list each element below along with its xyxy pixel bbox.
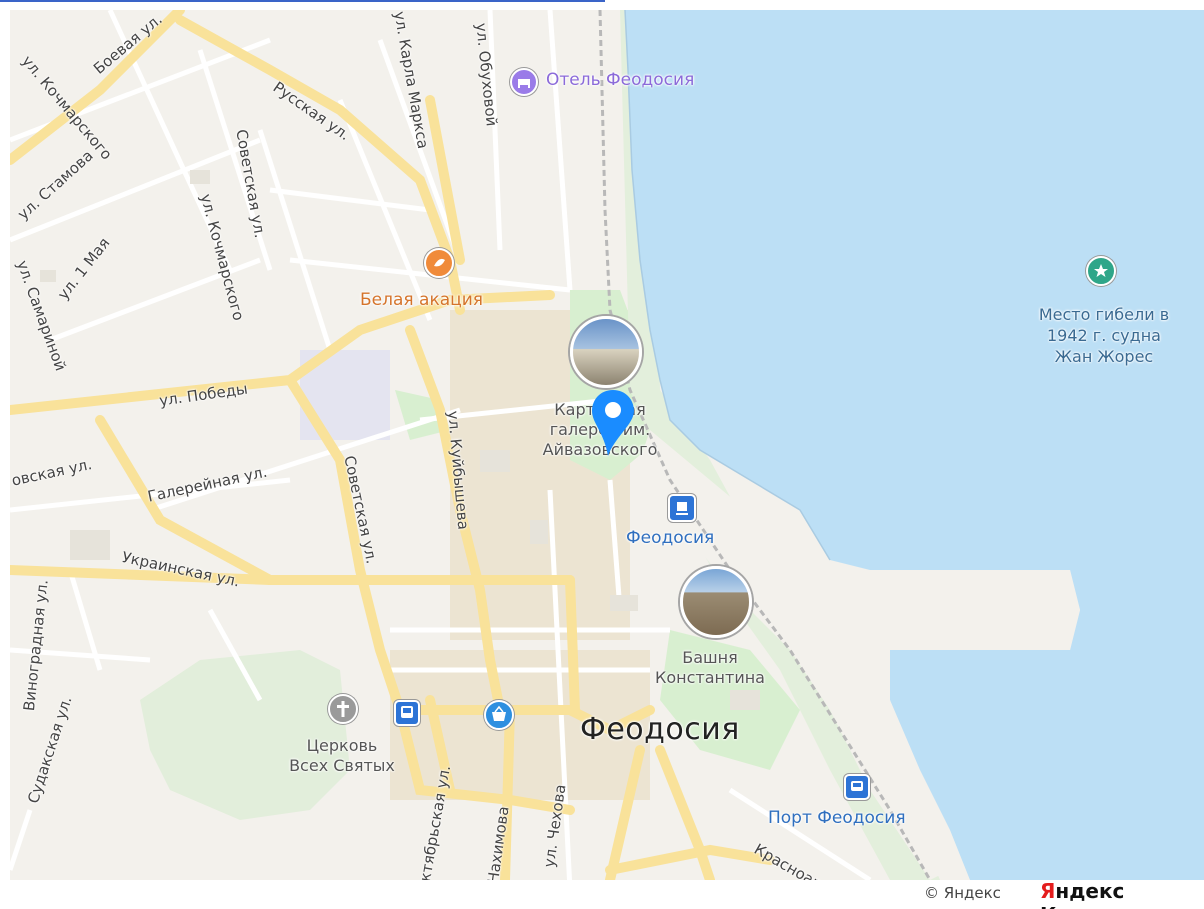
- station-label[interactable]: Феодосия: [626, 528, 714, 548]
- wreck-label-line2: 1942 г. судна: [1047, 326, 1161, 345]
- church-label[interactable]: Церковь Всех Святых: [272, 736, 412, 776]
- restaurant-icon[interactable]: [424, 248, 454, 278]
- map-canvas[interactable]: Боевая ул. ул. Кочмарского ул. Стамова Р…: [10, 10, 1204, 880]
- hotel-label[interactable]: Отель Феодосия: [546, 70, 694, 90]
- belaya-akatsiya-label[interactable]: Белая акация: [360, 290, 483, 310]
- landmark-star-icon[interactable]: [1086, 256, 1116, 286]
- wreck-label-line3: Жан Жорес: [1054, 347, 1154, 366]
- port-icon[interactable]: [844, 774, 870, 800]
- bashnya-photo-marker[interactable]: [680, 566, 752, 638]
- church-label-line1: Церковь: [306, 736, 378, 755]
- church-icon[interactable]: [328, 694, 358, 724]
- copyright-text[interactable]: © Яндекс: [924, 884, 1001, 902]
- city-label: Феодосия: [580, 712, 740, 747]
- map-viewport[interactable]: Боевая ул. ул. Кочмарского ул. Стамова Р…: [0, 0, 1204, 909]
- bashnya-label[interactable]: Башня Константина: [640, 648, 780, 688]
- logo-letter: Я: [1040, 879, 1056, 903]
- railway-station-icon[interactable]: [668, 494, 696, 522]
- yandex-maps-logo[interactable]: Яндекс Карты: [1040, 879, 1204, 909]
- gallery-photo-marker[interactable]: [570, 316, 642, 388]
- wreck-label[interactable]: Место гибели в 1942 г. судна Жан Жорес: [1018, 304, 1190, 367]
- port-label[interactable]: Порт Феодосия: [768, 808, 906, 828]
- shopping-icon[interactable]: [484, 700, 514, 730]
- wreck-label-line1: Место гибели в: [1038, 305, 1170, 324]
- bus-stop-icon[interactable]: [394, 700, 420, 726]
- hotel-icon[interactable]: [510, 68, 538, 96]
- bashnya-label-line2: Константина: [655, 668, 765, 687]
- top-link-underline: [0, 0, 605, 2]
- church-label-line2: Всех Святых: [289, 756, 395, 775]
- location-pin-icon[interactable]: [590, 388, 636, 458]
- bashnya-label-line1: Башня: [682, 648, 738, 667]
